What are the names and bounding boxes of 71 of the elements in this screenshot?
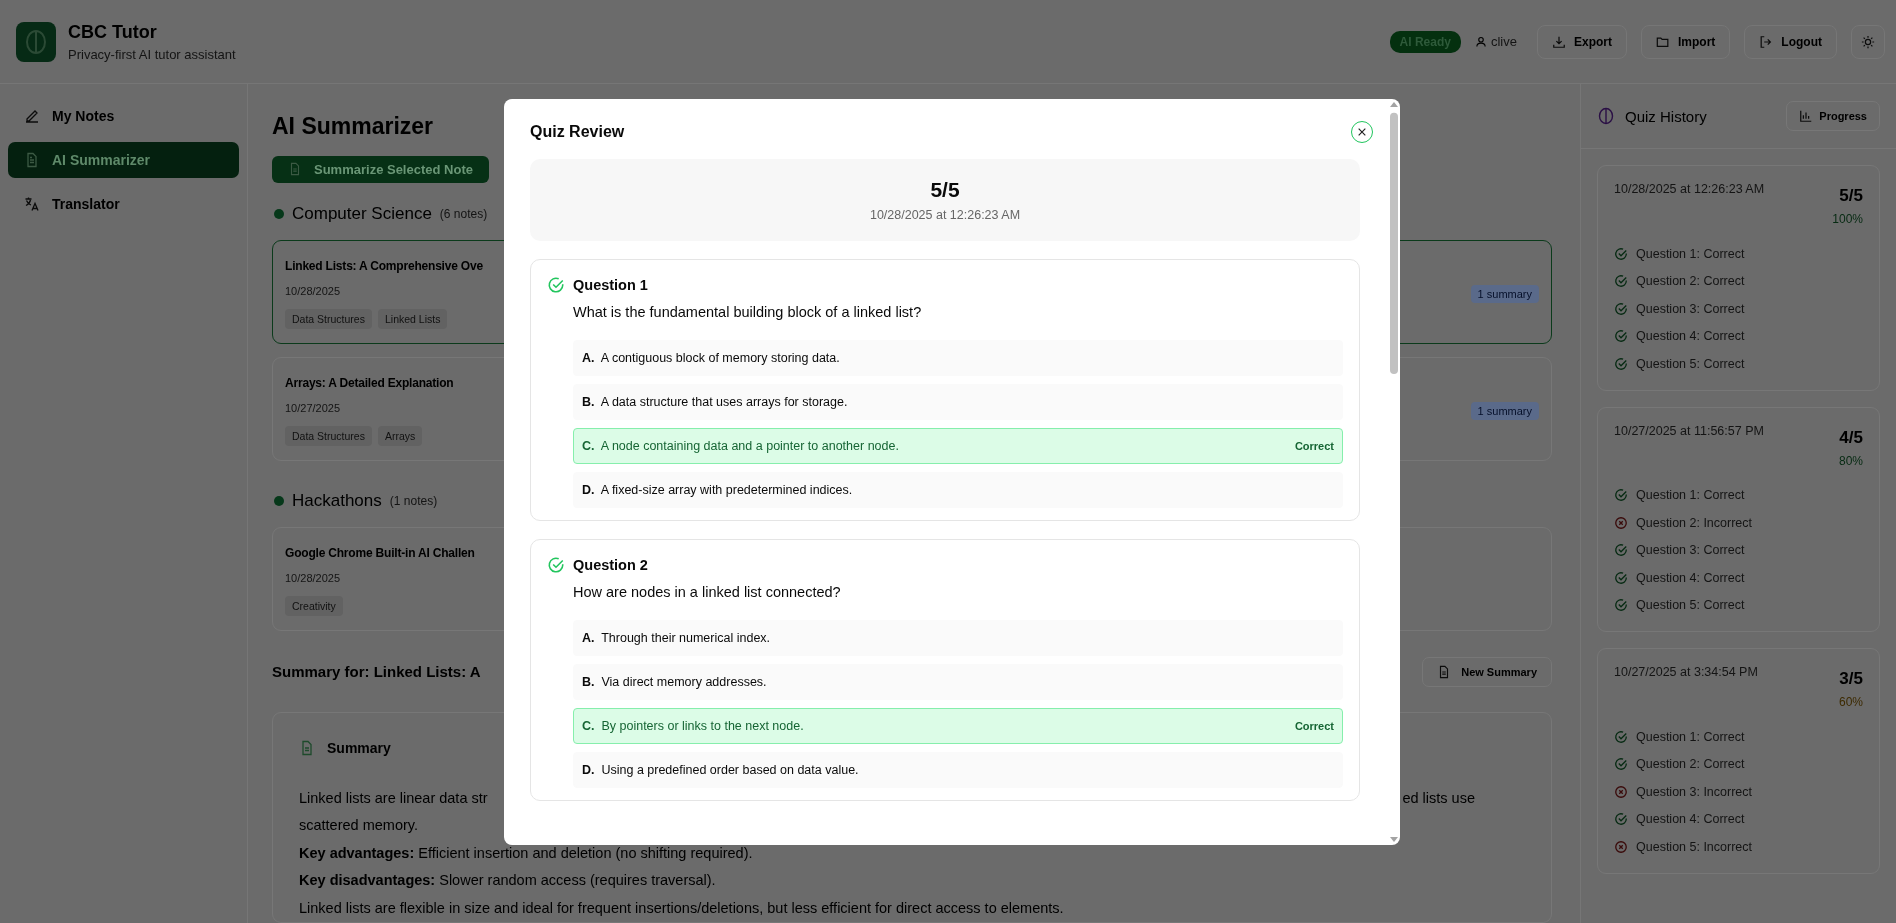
note-date: 10/28/2025 [285, 571, 342, 584]
note-title: Arrays: A Detailed Explanation [285, 375, 454, 390]
answer-text: C. A node containing data and a pointer to another node. [582, 439, 899, 453]
question-result: Question 3: Correct [1636, 301, 1745, 316]
attempt-score: 3/5 [1839, 669, 1863, 689]
summary-count-badge: 1 summary [1470, 284, 1539, 303]
question-result: Question 2: Correct [1636, 274, 1745, 289]
correct-label: Correct [1294, 720, 1334, 732]
question-result: Question 1: Correct [1636, 246, 1745, 261]
note-date: 10/27/2025 [285, 401, 342, 414]
attempt-date: 10/27/2025 at 11:56:57 PM [1614, 423, 1764, 440]
note-date: 10/28/2025 [285, 284, 342, 297]
summary-heading: Summary for: Linked Lists: A [272, 663, 481, 680]
quiz-date: 10/28/2025 at 12:26:23 AM [869, 208, 1021, 222]
summary-text: ed lists use [1402, 788, 1475, 808]
question-result: Question 4: Correct [1636, 812, 1745, 827]
answer-text: D. A fixed-size array with predetermined indices. [582, 483, 853, 497]
attempt-date: 10/27/2025 at 3:34:54 PM [1614, 665, 1758, 681]
question-result: Question 2: Incorrect [1636, 515, 1753, 530]
summary-text: Key advantages: Efficient insertion and deletion (no shifting required). [299, 844, 753, 861]
summary-text: Key disadvantages: Slower random access (requires traversal). [299, 872, 716, 888]
quiz-score: 5/5 [930, 178, 960, 202]
note-title: Linked Lists: A Comprehensive Ove [285, 258, 483, 273]
question-title: Question 2 [573, 557, 648, 573]
question-result: Question 3: Correct [1636, 543, 1745, 558]
attempt-percent: 80% [1838, 453, 1863, 468]
answer-text: B. A data structure that uses arrays for storage. [582, 395, 848, 409]
page-title: AI Summarizer [272, 112, 434, 140]
app-subtitle: Privacy-first AI tutor assistant [68, 46, 236, 62]
summary-text: scattered memory. [299, 817, 418, 833]
note-tag: Creativity [285, 595, 343, 616]
group-count: (6 notes) [439, 206, 488, 221]
user-name: clive [1490, 34, 1517, 49]
question-result: Question 1: Correct [1636, 488, 1745, 503]
note-tag: Arrays [377, 425, 423, 446]
attempt-percent: 100% [1832, 212, 1863, 226]
answer-text: A. Through their numerical index. [582, 631, 771, 645]
answer-text: B. Via direct memory addresses. [582, 675, 767, 689]
question-result: Question 1: Correct [1636, 729, 1745, 744]
attempt-percent: 60% [1838, 695, 1863, 709]
question-result: Question 5: Correct [1636, 598, 1745, 613]
note-tag: Data Structures [285, 425, 372, 446]
summary-text: Linked lists are flexible in size and ideal for frequent insertions/deletions, but less efficient for direct access to elements. [299, 899, 1064, 916]
note-title: Google Chrome Built-in AI Challen [285, 545, 475, 560]
question-text: What is the fundamental building block of a linked list? [573, 304, 923, 320]
answer-text: C. By pointers or links to the next node. [582, 719, 804, 733]
answer-text: D. Using a predefined order based on data value. [582, 763, 859, 777]
answer-text: A. A contiguous block of memory storing data. [582, 351, 840, 365]
attempt-score: 4/5 [1839, 427, 1863, 448]
correct-label: Correct [1294, 440, 1334, 452]
group-name: Computer Science [292, 203, 432, 224]
attempt-score: 5/5 [1839, 186, 1863, 206]
summary-card-title: Summary [327, 739, 391, 756]
question-result: Question 5: Correct [1636, 356, 1745, 371]
question-result: Question 5: Incorrect [1636, 839, 1753, 854]
group-name: Hackathons [292, 490, 382, 511]
question-text: How are nodes in a linked list connected? [573, 584, 842, 600]
group-count: (1 notes) [389, 493, 438, 508]
summary-text: Linked lists are linear data str [299, 788, 488, 808]
summary-count-badge: 1 summary [1470, 401, 1539, 420]
question-title: Question 1 [573, 277, 648, 293]
question-result: Question 3: Incorrect [1636, 784, 1753, 799]
note-tag: Data Structures [285, 308, 372, 329]
dialog-title: Quiz Review [530, 123, 625, 141]
question-result: Question 4: Correct [1636, 329, 1745, 344]
attempt-date: 10/28/2025 at 12:26:23 AM [1614, 182, 1765, 198]
question-result: Question 2: Correct [1636, 757, 1745, 772]
note-tag: Linked Lists [377, 308, 448, 329]
history-title: Quiz History [1625, 107, 1707, 125]
question-result: Question 4: Correct [1636, 570, 1745, 585]
app-title: CBC Tutor [68, 21, 158, 43]
